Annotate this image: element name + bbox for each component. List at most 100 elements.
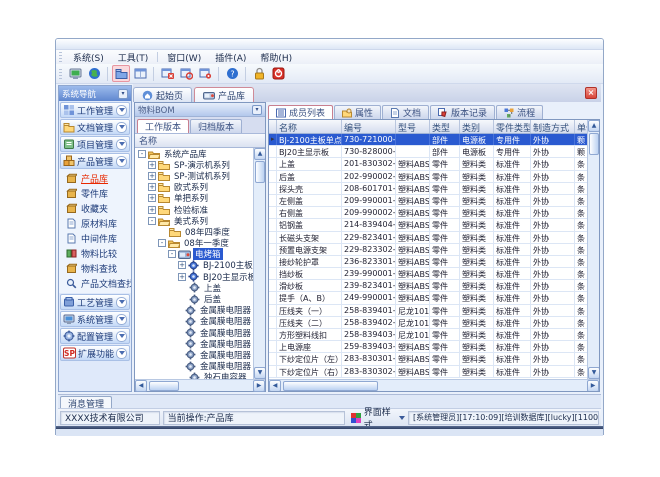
tree-vertical-scrollbar[interactable]: ▲ ▼	[253, 148, 265, 379]
scroll-left-icon[interactable]: ◀	[269, 380, 281, 392]
column-header[interactable]: 类型	[430, 120, 460, 133]
tab-document[interactable]: 文档	[382, 105, 429, 119]
chevron-down-icon[interactable]	[116, 348, 127, 359]
tree-node[interactable]: 金属膜电阻器	[135, 327, 253, 338]
expand-icon[interactable]: +	[148, 172, 156, 180]
tree-node[interactable]: 上盖	[135, 282, 253, 293]
menu-item[interactable]: 插件(A)	[208, 50, 253, 65]
table-row[interactable]: 接纱轮护罩236-823301-00I塑料ABS零件塑料类标准件外协条	[269, 256, 587, 268]
window-bottom-edge[interactable]	[56, 429, 603, 436]
scroll-left-icon[interactable]: ◀	[135, 380, 147, 392]
table-row[interactable]: 挡纱板239-990001-01I塑料ABS零件塑料类标准件外协条	[269, 268, 587, 280]
tab-member-list[interactable]: 成员列表	[268, 105, 333, 119]
sidebar-item[interactable]: 零件库	[59, 186, 131, 201]
table-row[interactable]: 压线夹（一）258-839401-00I尼龙1010零件塑料类标准件外协条	[269, 305, 587, 317]
table-row[interactable]: 后盖202-990002-01I塑料ABS零件塑料类标准件外协条	[269, 171, 587, 183]
panel-options-icon[interactable]: ▾	[252, 105, 262, 115]
table-row[interactable]: 预置电源支架229-823302-00I塑料ABS零件塑料类标准件外协条	[269, 244, 587, 256]
title-bar[interactable]	[56, 39, 603, 50]
scroll-down-icon[interactable]: ▼	[254, 367, 265, 379]
column-header[interactable]: 单位	[575, 120, 587, 133]
tree-scroll-thumb[interactable]	[255, 161, 265, 183]
column-header[interactable]: 类别	[460, 120, 494, 133]
collapse-icon[interactable]: -	[148, 217, 156, 225]
chevron-down-icon[interactable]	[116, 139, 127, 150]
column-header[interactable]: 名称	[277, 120, 342, 133]
expand-icon[interactable]: +	[178, 261, 186, 269]
collapse-icon[interactable]: -	[158, 239, 166, 247]
tree-node[interactable]: +SP-演示机系列	[135, 159, 253, 170]
grid-vertical-scrollbar[interactable]: ▲ ▼	[587, 120, 599, 379]
tree-node[interactable]: -08年一季度	[135, 238, 253, 249]
sidebar-item[interactable]: 产品文档查找	[59, 276, 131, 291]
column-header[interactable]: 制造方式	[531, 120, 575, 133]
tree-column-header[interactable]: 名称	[135, 134, 265, 148]
tab-flow[interactable]: 流程	[496, 105, 543, 119]
sidebar-group-4[interactable]: 工艺管理	[60, 294, 130, 310]
tree-node[interactable]: +单把系列	[135, 193, 253, 204]
sidebar-item[interactable]: 物料比较	[59, 246, 131, 261]
tree-node[interactable]: 金属膜电阻器	[135, 305, 253, 316]
scroll-up-icon[interactable]: ▲	[254, 148, 265, 160]
tree-node[interactable]: +BJ20主显示板	[135, 271, 253, 282]
chevron-down-icon[interactable]	[116, 156, 127, 167]
chevron-down-icon[interactable]	[116, 105, 127, 116]
sidebar-group-6[interactable]: 配置管理	[60, 328, 130, 344]
close-tab-button[interactable]: ×	[585, 87, 597, 99]
lock-button[interactable]	[250, 65, 268, 82]
expand-icon[interactable]: +	[148, 206, 156, 214]
sidebar-group-2[interactable]: 项目管理	[60, 136, 130, 152]
window-grid-button[interactable]	[131, 65, 149, 82]
sidebar-group-0[interactable]: 工作管理	[60, 102, 130, 118]
table-row[interactable]: BJ20主显示板730-828000-04I部件电源板专用件外协颗	[269, 146, 587, 158]
folder-window-button[interactable]	[112, 65, 130, 82]
sidebar-item[interactable]: 产品库	[59, 171, 131, 186]
tree-node[interactable]: -系统产品库	[135, 148, 253, 159]
table-row[interactable]: 方形塑料线扣258-839403-00I尼龙1010零件塑料类标准件外协条	[269, 329, 587, 341]
scroll-right-icon[interactable]: ▶	[587, 380, 599, 392]
table-row[interactable]: 左侧盖209-990001-01I塑料ABS零件塑料类标准件外协条	[269, 195, 587, 207]
table-row[interactable]: 提手（A、B）249-990001-01I塑料ABS零件塑料类标准件外协条	[269, 292, 587, 304]
scroll-down-icon[interactable]: ▼	[588, 367, 599, 379]
tree-node[interactable]: -美式系列	[135, 215, 253, 226]
sidebar-item[interactable]: 收藏夹	[59, 201, 131, 216]
window-close-button[interactable]	[158, 65, 176, 82]
tree-node[interactable]: 金属膜电阻器	[135, 338, 253, 349]
sidebar-item[interactable]: 中间件库	[59, 231, 131, 246]
tree-node[interactable]: 后盖	[135, 293, 253, 304]
column-header[interactable]: 编号	[342, 120, 396, 133]
window-config-button[interactable]	[196, 65, 214, 82]
table-row[interactable]: 探头壳208-601701-01I塑料ABS零件塑料类标准件外协条	[269, 183, 587, 195]
sidebar-group-1[interactable]: 文档管理	[60, 119, 130, 135]
menu-item[interactable]: 系统(S)	[66, 50, 111, 65]
sidebar-item[interactable]: 物料查找	[59, 261, 131, 276]
menu-item[interactable]: 工具(T)	[111, 50, 156, 65]
help-button[interactable]: ?	[223, 65, 241, 82]
expand-icon[interactable]: +	[148, 194, 156, 202]
toolbar-grip[interactable]	[59, 69, 62, 79]
tree-node[interactable]: +欧式系列	[135, 182, 253, 193]
menu-grip[interactable]	[59, 52, 62, 62]
table-row[interactable]: 上盖201-830302-00I塑料ABS零件塑料类标准件外协条	[269, 158, 587, 170]
tree-node[interactable]: 金属膜电阻器	[135, 349, 253, 360]
table-row[interactable]: ▸BJ-2100主板单点730-721000-12I部件电源板专用件外协颗	[269, 134, 587, 146]
tree-horizontal-scrollbar[interactable]: ◀ ▶	[135, 379, 265, 391]
pin-icon[interactable]: ▾	[118, 89, 128, 99]
column-header[interactable]: 型号	[396, 120, 430, 133]
sidebar-item[interactable]: 原材料库	[59, 216, 131, 231]
grid-scroll-thumb[interactable]	[589, 133, 599, 155]
tree-hscroll-thumb[interactable]	[149, 381, 179, 391]
table-row[interactable]: 右侧盖209-990002-01I塑料ABS零件塑料类标准件外协条	[269, 207, 587, 219]
grid-horizontal-scrollbar[interactable]: ◀ ▶	[269, 379, 599, 391]
table-row[interactable]: 下纱定位片（左）283-830301-00I塑料ABS零件塑料类标准件外协条	[269, 353, 587, 365]
tab-home[interactable]: 起始页	[133, 87, 192, 102]
table-row[interactable]: 下纱定位片（右）283-830302-00I塑料ABS零件塑料类标准件外协条	[269, 366, 587, 378]
desktop-button[interactable]	[66, 65, 84, 82]
chevron-down-icon[interactable]	[116, 122, 127, 133]
table-row[interactable]: 压线夹（二）258-839402-00I尼龙1010零件塑料类标准件外协条	[269, 317, 587, 329]
ui-style-icon[interactable]	[351, 413, 361, 423]
scroll-right-icon[interactable]: ▶	[253, 380, 265, 392]
expand-icon[interactable]: +	[178, 273, 186, 281]
scroll-up-icon[interactable]: ▲	[588, 120, 599, 132]
logout-button[interactable]	[269, 65, 287, 82]
